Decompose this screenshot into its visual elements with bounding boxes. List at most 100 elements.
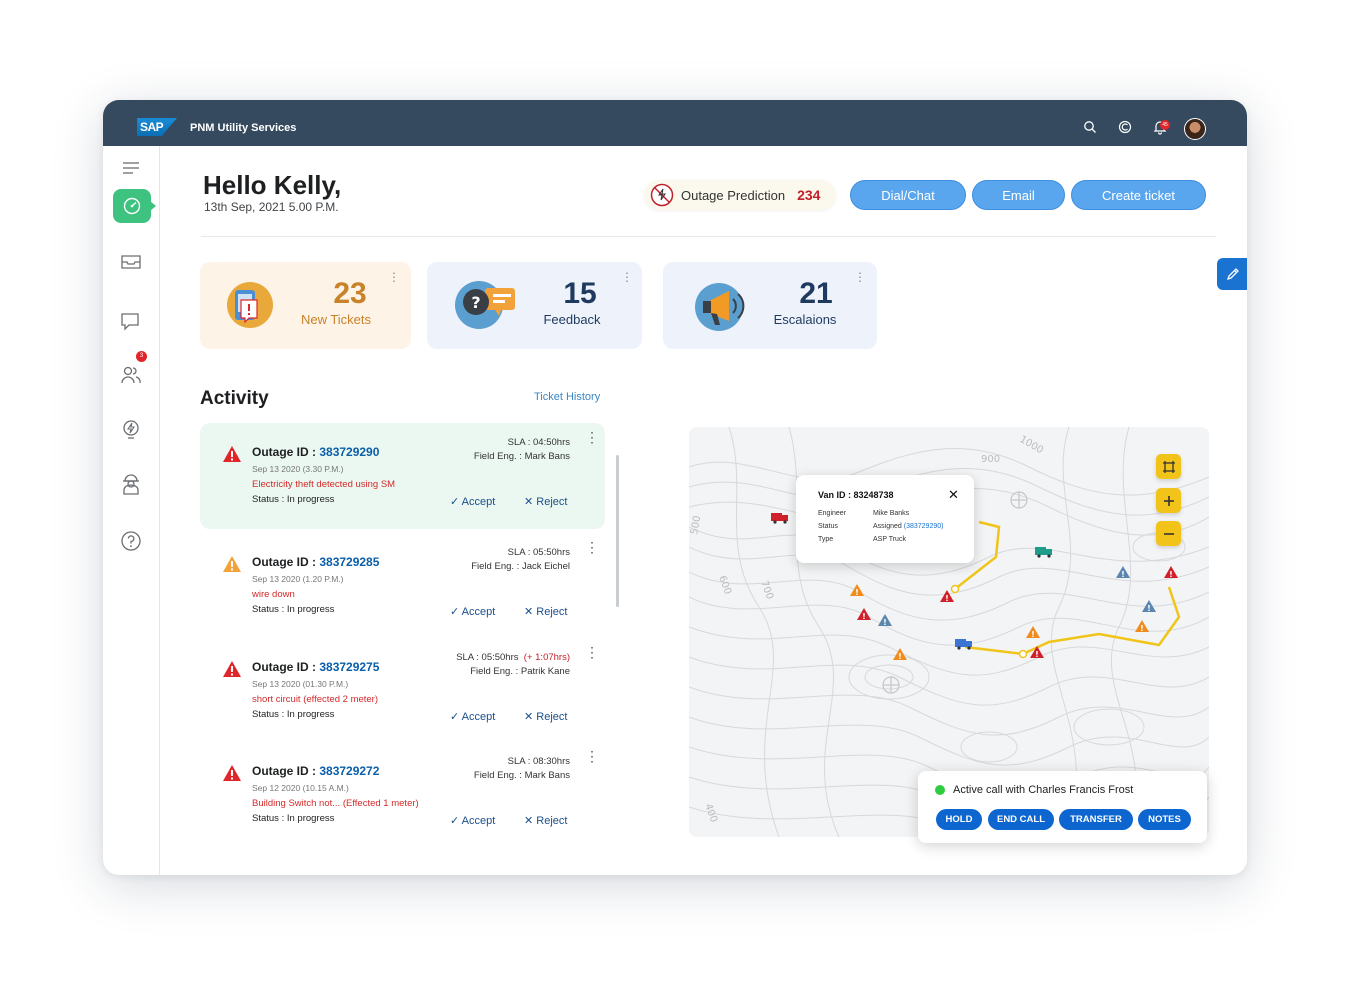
users-icon [121,366,141,384]
hold-button[interactable]: HOLD [936,809,982,830]
activity-scrollbar[interactable] [616,455,619,607]
chat-icon [121,313,139,331]
sap-logo[interactable]: SAP [137,118,177,136]
ticket-description: wire down [252,589,295,600]
reject-button[interactable]: ✕ Reject [524,814,567,827]
check-icon: ✓ [450,711,460,723]
end-call-button[interactable]: END CALL [988,809,1054,830]
engineer-icon [123,474,139,495]
close-icon: ✕ [524,606,534,618]
ticket-card[interactable]: Outage ID : 383729275 Sep 13 2020 (01.30 … [200,638,605,744]
accept-button[interactable]: ✓ Accept [450,495,495,508]
svg-text:!: ! [855,588,859,597]
create-ticket-button[interactable]: Create ticket [1071,180,1206,210]
kpi-menu-icon[interactable]: ⋮ [621,270,633,284]
ticket-link[interactable]: (383729290) [904,523,944,530]
ticket-history-link[interactable]: Ticket History [534,391,600,403]
ticket-date: Sep 12 2020 (10.15 A.M.) [252,783,349,793]
app-title: PNM Utility Services [190,122,297,134]
outage-id-value[interactable]: 383729275 [319,660,379,674]
field-engineer: Field Eng. : Patrik Kane [470,666,570,677]
outage-id-value[interactable]: 383729285 [319,555,379,569]
notes-button[interactable]: NOTES [1138,809,1191,830]
ticket-card[interactable]: Outage ID : 383729285 Sep 13 2020 (1.20 P… [200,533,605,639]
warning-icon [223,556,241,572]
active-call-text: Active call with Charles Francis Frost [953,784,1134,796]
close-icon: ✕ [524,711,534,723]
no-power-icon [650,183,674,207]
transfer-button[interactable]: TRANSFER [1059,809,1133,830]
sidebar-item-engineer[interactable] [117,470,145,498]
svg-text:!: ! [945,594,949,603]
ticket-description: short circuit (effected 2 meter) [252,694,379,705]
copilot-icon[interactable] [1117,119,1133,135]
svg-text:!: ! [1121,570,1125,579]
edit-button[interactable] [1217,258,1247,290]
check-icon: ✓ [450,496,460,508]
sidebar-item-users[interactable] [117,361,145,389]
ticket-card[interactable]: Outage ID : 383729290 Sep 13 2020 (3.30 P… [200,423,605,529]
sidebar-item-energy[interactable] [117,416,145,444]
reject-button[interactable]: ✕ Reject [524,605,567,618]
activity-title: Activity [200,388,269,409]
accept-button[interactable]: ✓ Accept [450,605,495,618]
ticket-description: Building Switch not... (Effected 1 meter… [252,798,419,809]
close-icon[interactable]: ✕ [948,487,959,503]
outage-prediction-label: Outage Prediction [681,187,786,203]
outage-id: Outage ID : 383729290 [252,445,380,459]
inbox-icon [121,255,141,269]
more-icon[interactable]: ⋮ [585,430,599,444]
accept-button[interactable]: ✓ Accept [450,814,495,827]
email-button[interactable]: Email [972,180,1065,210]
warning-icon [223,661,241,677]
outage-id-value[interactable]: 383729272 [319,764,379,778]
ticket-date: Sep 13 2020 (3.30 P.M.) [252,464,344,474]
popup-value: ASP Truck [873,536,906,543]
menu-icon[interactable] [117,154,145,182]
more-icon[interactable]: ⋮ [585,540,599,554]
ticket-sla: SLA : 05:50hrs (+ 1:07hrs) [456,652,570,663]
kpi-feedback[interactable]: ? 15 Feedback ⋮ [427,262,642,349]
dial-chat-button[interactable]: Dial/Chat [850,180,966,210]
search-icon[interactable] [1082,119,1098,135]
map-fullscreen-button[interactable] [1156,454,1181,479]
svg-text:!: ! [862,612,866,621]
outage-id: Outage ID : 383729285 [252,555,380,569]
kpi-menu-icon[interactable]: ⋮ [854,270,866,284]
app-window: SAP PNM Utility Services 45 3 Hello Kell… [103,100,1247,875]
close-icon: ✕ [524,496,534,508]
sidebar-item-help[interactable] [117,527,145,555]
kpi-new-tickets[interactable]: 23 New Tickets ⋮ [200,262,411,349]
ticket-date: Sep 13 2020 (1.20 P.M.) [252,574,344,584]
popup-key: Type [818,536,834,543]
outage-id: Outage ID : 383729275 [252,660,380,674]
more-icon[interactable]: ⋮ [585,645,599,659]
reject-button[interactable]: ✕ Reject [524,495,567,508]
ticket-card[interactable]: Outage ID : 383729272 Sep 12 2020 (10.15 … [200,742,605,848]
zoom-in-button[interactable] [1156,488,1181,513]
new-ticket-icon [227,282,273,328]
sidebar-item-dashboard[interactable] [113,189,156,223]
megaphone-icon [695,283,745,331]
svg-text:!: ! [898,652,902,661]
reject-button[interactable]: ✕ Reject [524,710,567,723]
svg-text:!: ! [883,618,887,627]
sidebar-item-inbox[interactable] [117,248,145,276]
ticket-status: Status : In progress [252,494,335,505]
kpi-menu-icon[interactable]: ⋮ [388,270,400,284]
more-icon[interactable]: ⋮ [585,749,599,763]
outage-prediction[interactable]: Outage Prediction 234 [644,180,836,210]
minus-icon [1163,532,1174,535]
ticket-sla: SLA : 05:50hrs [507,547,570,558]
svg-text:?: ? [471,293,480,312]
avatar[interactable] [1184,118,1206,140]
pencil-icon [1226,268,1239,281]
zoom-out-button[interactable] [1156,521,1181,546]
svg-text:!: ! [1035,650,1039,659]
kpi-escalations[interactable]: 21 Escalaions ⋮ [663,262,877,349]
outage-id-value[interactable]: 383729290 [319,445,379,459]
warning-icon [223,446,241,462]
sidebar-item-chat[interactable] [117,307,145,335]
accept-button[interactable]: ✓ Accept [450,710,495,723]
popup-value: Mike Banks [873,510,910,517]
